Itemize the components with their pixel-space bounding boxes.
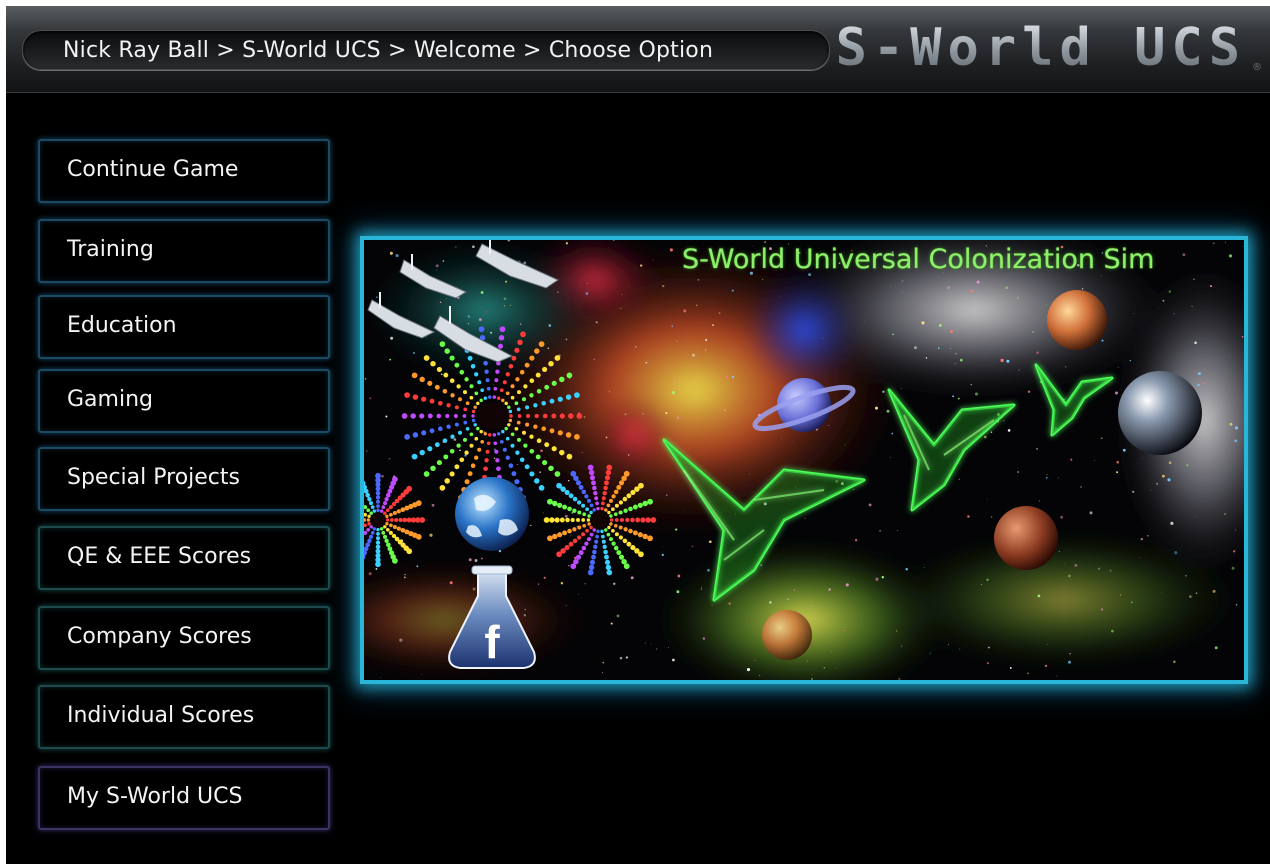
continue-game-button[interactable]: Continue Game	[38, 139, 330, 203]
my-s-world-ucs-button[interactable]: My S-World UCS	[38, 766, 330, 830]
app-frame: Nick Ray Ball > S-World UCS > Welcome > …	[6, 6, 1270, 864]
promo-banner[interactable]: f S-World Universal Colonization Sim	[360, 236, 1248, 684]
breadcrumb-text: Nick Ray Ball > S-World UCS > Welcome > …	[63, 38, 714, 63]
special-projects-button[interactable]: Special Projects	[38, 447, 330, 511]
menu-label: Continue Game	[67, 157, 239, 182]
qe-eee-scores-button[interactable]: QE & EEE Scores	[38, 526, 330, 590]
education-button[interactable]: Education	[38, 295, 330, 359]
menu-label: My S-World UCS	[67, 784, 243, 809]
menu-label: Company Scores	[67, 624, 252, 649]
individual-scores-button[interactable]: Individual Scores	[38, 685, 330, 749]
registered-mark: ®	[1252, 62, 1262, 73]
banner-title: S-World Universal Colonization Sim	[682, 244, 1155, 275]
breadcrumb: Nick Ray Ball > S-World UCS > Welcome > …	[22, 30, 830, 70]
space-artwork: f	[364, 240, 1244, 680]
header-bar: Nick Ray Ball > S-World UCS > Welcome > …	[6, 6, 1270, 93]
app-logo: S-World UCS	[835, 18, 1246, 78]
menu-label: Gaming	[67, 387, 153, 412]
menu-label: QE & EEE Scores	[67, 544, 252, 569]
facebook-icon: f	[484, 616, 500, 668]
training-button[interactable]: Training	[38, 219, 330, 283]
company-scores-button[interactable]: Company Scores	[38, 606, 330, 670]
menu-label: Special Projects	[67, 465, 240, 490]
gaming-button[interactable]: Gaming	[38, 369, 330, 433]
menu-label: Training	[67, 237, 154, 262]
menu-label: Education	[67, 313, 177, 338]
menu-label: Individual Scores	[67, 703, 255, 728]
